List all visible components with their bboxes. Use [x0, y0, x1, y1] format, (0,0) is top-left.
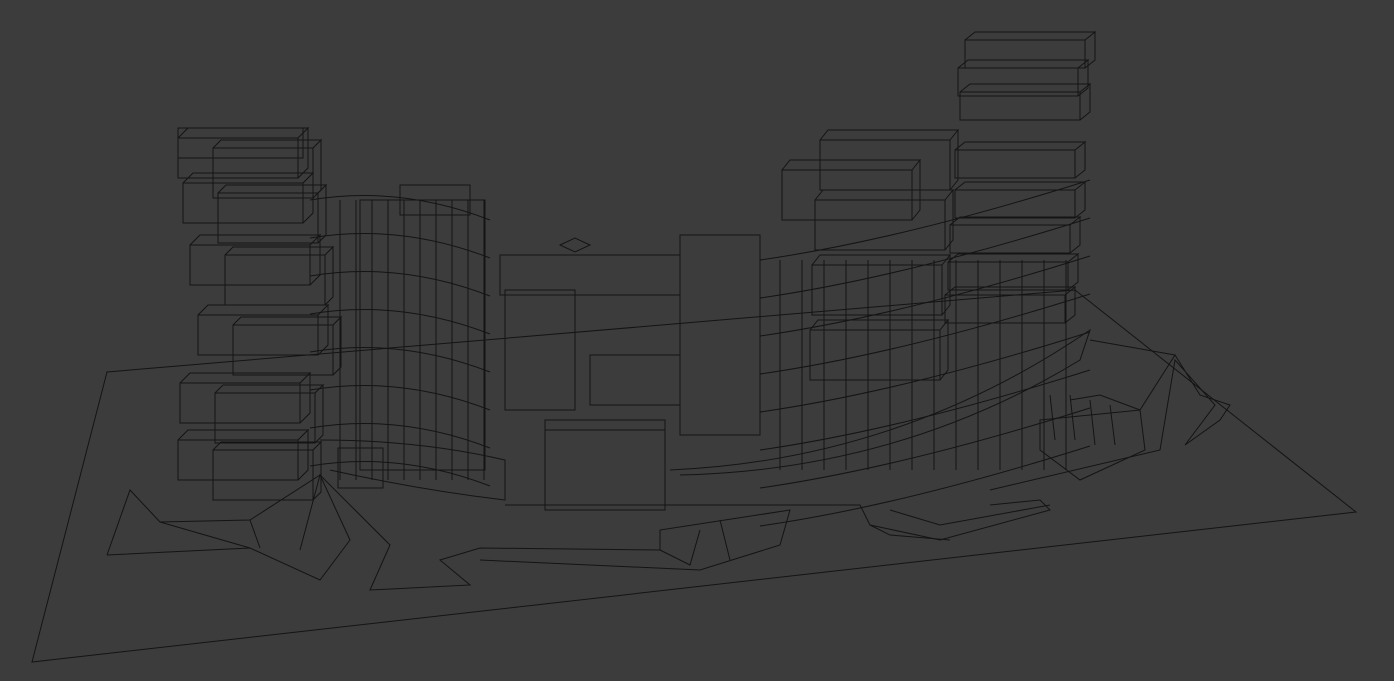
- curved-band: [759, 217, 1091, 299]
- bridge: [499, 254, 681, 296]
- floor-slab: [212, 138, 323, 199]
- floor-slab: [954, 140, 1087, 179]
- curved-band: [309, 271, 491, 297]
- curved-wing: [309, 179, 1091, 527]
- curved-band: [309, 461, 491, 487]
- floor-slab: [212, 440, 323, 501]
- curved-band: [309, 309, 491, 335]
- central-block-right: [679, 234, 761, 436]
- floor-slab: [197, 303, 330, 356]
- floor-slab: [964, 30, 1097, 69]
- wireframe-building-model: [31, 30, 1358, 663]
- floor-slab: [809, 318, 950, 381]
- floor-slab: [217, 183, 328, 244]
- curved-band: [309, 385, 491, 411]
- curved-band: [759, 255, 1091, 337]
- floor-slab: [957, 58, 1090, 97]
- central-block: [359, 199, 486, 471]
- right-tower: [781, 30, 1097, 381]
- atrium-roof: [589, 354, 681, 406]
- terrain-landscaping: [106, 339, 1231, 591]
- curved-band: [309, 233, 491, 259]
- floor-slab: [214, 383, 325, 444]
- floor-slab: [232, 315, 343, 376]
- floor-slab: [949, 215, 1082, 254]
- roof-ornament: [558, 237, 592, 253]
- ground-plane: [31, 289, 1358, 663]
- curved-band: [309, 423, 491, 449]
- floor-slab: [177, 428, 310, 481]
- left-tower: [177, 126, 384, 501]
- floor-slab: [179, 371, 312, 424]
- curved-band: [759, 445, 1091, 527]
- 3d-viewport[interactable]: [0, 0, 1394, 681]
- floor-slab: [959, 82, 1092, 121]
- floor-slab: [177, 126, 310, 179]
- curved-band: [309, 347, 491, 373]
- entrance-canopy: [544, 419, 666, 511]
- floor-slab: [224, 245, 335, 306]
- floor-slab: [947, 252, 1080, 291]
- roof-box: [177, 127, 304, 159]
- atrium: [504, 289, 576, 411]
